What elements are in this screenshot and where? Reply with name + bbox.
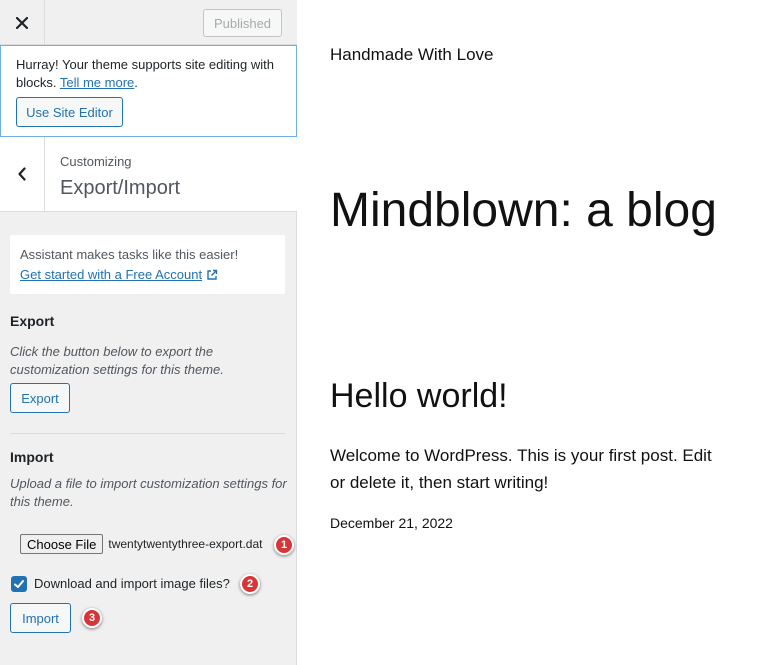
tell-me-more-link[interactable]: Tell me more — [60, 75, 134, 90]
site-tagline[interactable]: Handmade With Love — [330, 45, 493, 65]
close-customizer-button[interactable] — [0, 0, 45, 45]
annotation-badge-2: 2 — [240, 574, 260, 594]
export-button[interactable]: Export — [10, 383, 70, 413]
file-upload-row: Choose File twentytwentythree-export.dat — [10, 526, 285, 562]
customizing-label: Customizing — [60, 154, 132, 169]
import-images-checkbox[interactable] — [11, 576, 27, 592]
notice-message: Hurray! Your theme supports site editing… — [16, 57, 274, 90]
site-preview: Handmade With Love Mindblown: a blog Hel… — [298, 0, 773, 665]
assistant-promo: Assistant makes tasks like this easier! … — [10, 235, 285, 294]
chevron-left-icon — [18, 167, 26, 181]
export-heading: Export — [10, 313, 55, 329]
external-link-icon — [207, 269, 218, 280]
import-heading: Import — [10, 449, 54, 465]
post-excerpt: Welcome to WordPress. This is your first… — [330, 446, 712, 492]
customizer-sidebar: Published Hurray! Your theme supports si… — [0, 0, 297, 665]
use-site-editor-button[interactable]: Use Site Editor — [16, 97, 123, 127]
section-divider — [10, 433, 285, 434]
site-editor-notice: Hurray! Your theme supports site editing… — [0, 45, 297, 137]
import-description: Upload a file to import customization se… — [10, 476, 287, 509]
section-header: Customizing Export/Import — [0, 137, 297, 212]
section-title: Export/Import — [60, 177, 181, 199]
notice-text: Hurray! Your theme supports site editing… — [16, 56, 286, 92]
site-title[interactable]: Mindblown: a blog — [330, 183, 717, 238]
choose-file-button[interactable]: Choose File — [20, 534, 104, 554]
import-button[interactable]: Import — [10, 603, 71, 633]
checkmark-icon — [14, 580, 24, 588]
notice-suffix: . — [134, 75, 138, 90]
import-images-label[interactable]: Download and import image files? — [34, 576, 230, 591]
post-title[interactable]: Hello world! — [330, 377, 508, 416]
assistant-text: Assistant makes tasks like this easier! — [20, 247, 239, 262]
annotation-badge-1: 1 — [274, 535, 294, 555]
export-description: Click the button below to export the cus… — [10, 344, 224, 377]
annotation-badge-3: 3 — [82, 608, 102, 628]
selected-file-name: twentytwentythree-export.dat — [108, 537, 263, 551]
free-account-link[interactable]: Get started with a Free Account — [20, 267, 202, 282]
published-button[interactable]: Published — [203, 9, 282, 37]
post-date[interactable]: December 21, 2022 — [330, 515, 453, 531]
customizer-header: Published — [0, 0, 297, 45]
close-icon — [16, 16, 28, 29]
assistant-link-row: Get started with a Free Account — [20, 265, 275, 285]
back-button[interactable] — [0, 137, 45, 211]
